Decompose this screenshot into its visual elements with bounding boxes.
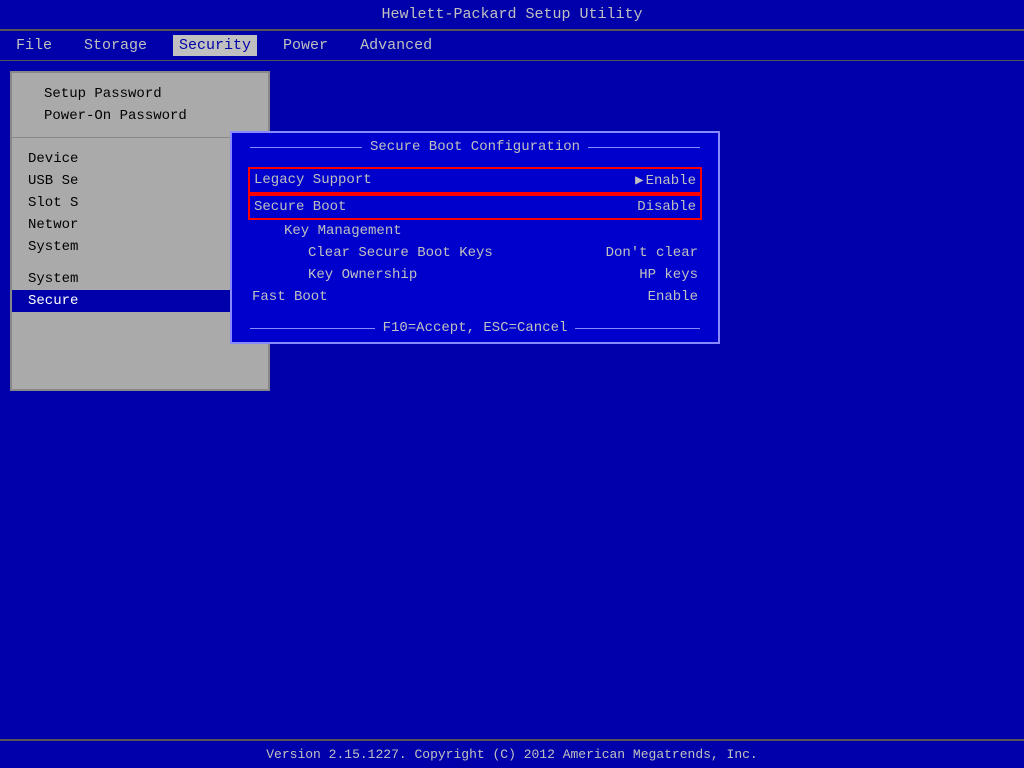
fast-boot-label: Fast Boot — [252, 289, 328, 305]
power-on-password-item[interactable]: Power-On Password — [28, 105, 252, 127]
dialog-footer: F10=Accept, ESC=Cancel — [232, 314, 718, 342]
fast-boot-row[interactable]: Fast Boot Enable — [248, 286, 702, 308]
menu-item-storage[interactable]: Storage — [78, 35, 153, 56]
clear-keys-label: Clear Secure Boot Keys — [308, 245, 493, 261]
main-content: Setup Password Power-On Password Device … — [10, 71, 1014, 391]
secure-boot-dialog: Secure Boot Configuration Legacy Support… — [230, 131, 720, 344]
key-management-row[interactable]: Key Management — [248, 220, 702, 242]
menu-item-file[interactable]: File — [10, 35, 58, 56]
legacy-support-value: Enable — [635, 172, 696, 189]
dialog-title: Secure Boot Configuration — [232, 133, 718, 161]
menu-bar: File Storage Security Power Advanced — [0, 31, 1024, 61]
secure-boot-label: Secure Boot — [254, 199, 346, 215]
title-text: Hewlett-Packard Setup Utility — [381, 6, 642, 23]
menu-item-advanced[interactable]: Advanced — [354, 35, 438, 56]
menu-item-power[interactable]: Power — [277, 35, 334, 56]
status-text: Version 2.15.1227. Copyright (C) 2012 Am… — [266, 747, 757, 762]
secure-boot-row[interactable]: Secure Boot Disable — [248, 194, 702, 220]
secure-boot-value: Disable — [637, 199, 696, 215]
key-ownership-label: Key Ownership — [308, 267, 417, 283]
panel-section-passwords: Setup Password Power-On Password — [12, 73, 268, 138]
key-ownership-value: HP keys — [639, 267, 698, 283]
fast-boot-value: Enable — [648, 289, 698, 305]
setup-password-item[interactable]: Setup Password — [28, 83, 252, 105]
menu-item-security[interactable]: Security — [173, 35, 257, 56]
dialog-body: Legacy Support Enable Secure Boot Disabl… — [232, 161, 718, 314]
clear-keys-value: Don't clear — [606, 245, 698, 261]
legacy-support-row[interactable]: Legacy Support Enable — [248, 167, 702, 194]
key-ownership-row[interactable]: Key Ownership HP keys — [248, 264, 702, 286]
key-management-label: Key Management — [284, 223, 402, 239]
title-bar: Hewlett-Packard Setup Utility — [0, 0, 1024, 31]
legacy-support-label: Legacy Support — [254, 172, 372, 189]
status-bar: Version 2.15.1227. Copyright (C) 2012 Am… — [0, 739, 1024, 768]
clear-secure-boot-keys-row[interactable]: Clear Secure Boot Keys Don't clear — [248, 242, 702, 264]
